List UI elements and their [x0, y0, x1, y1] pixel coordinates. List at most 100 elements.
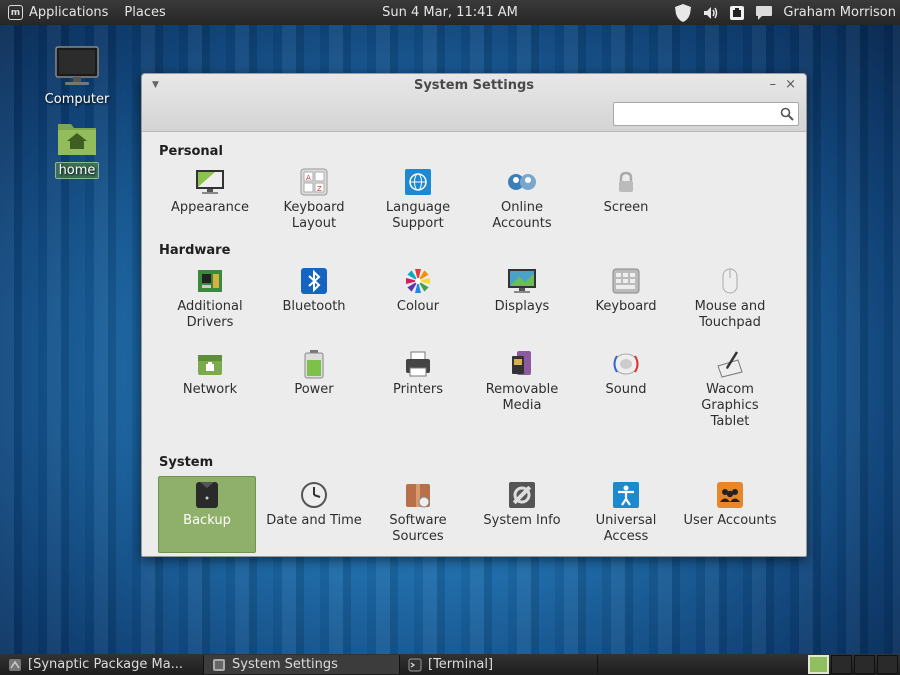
home-folder-icon	[58, 124, 96, 155]
task-label: [Synaptic Package Ma...	[28, 657, 184, 672]
item-mouse-and-touchpad[interactable]: Mouse and Touchpad	[678, 262, 782, 345]
applications-menu[interactable]: m Applications	[8, 5, 108, 20]
hardware-grid: Additional Drivers Bluetooth Colour Disp…	[158, 262, 788, 455]
lock-icon	[619, 171, 633, 192]
item-sound[interactable]: Sound	[574, 345, 678, 455]
synaptic-icon	[9, 658, 21, 671]
item-label: System Info	[483, 513, 561, 528]
item-wacom-graphics-tablet[interactable]: Wacom Graphics Tablet	[678, 345, 782, 455]
bluetooth-icon	[301, 268, 327, 294]
item-universal-access[interactable]: Universal Access	[574, 476, 678, 553]
task-terminal[interactable]: [Terminal]	[400, 655, 598, 674]
item-user-accounts[interactable]: User Accounts	[678, 476, 782, 553]
network-tray-icon[interactable]	[729, 5, 745, 21]
item-system-info[interactable]: System Info	[470, 476, 574, 553]
item-appearance[interactable]: Appearance	[158, 163, 262, 243]
colour-icon	[406, 269, 430, 293]
item-online-accounts[interactable]: Online Accounts	[470, 163, 574, 243]
item-label: Date and Time	[266, 513, 362, 528]
window-titlebar[interactable]: ▼ System Settings – ×	[142, 74, 806, 132]
item-colour[interactable]: Colour	[366, 262, 470, 345]
item-label: Keyboard	[595, 299, 657, 314]
keyboard-icon	[612, 268, 640, 294]
item-screen[interactable]: Screen	[574, 163, 678, 243]
tablet-icon	[717, 351, 743, 378]
item-network[interactable]: Network	[158, 345, 262, 455]
workspace-4[interactable]	[877, 655, 898, 674]
places-menu[interactable]: Places	[124, 5, 165, 20]
search-input[interactable]	[613, 102, 799, 126]
item-software-sources[interactable]: Software Sources	[366, 476, 470, 553]
keyboard-layout-icon: AZ	[300, 168, 328, 196]
settings-content: Personal Appearance AZ Keyboard Layout L…	[142, 132, 806, 553]
item-label: Screen	[603, 200, 649, 215]
item-label: Removable Media	[485, 382, 559, 413]
item-displays[interactable]: Displays	[470, 262, 574, 345]
item-label: Printers	[392, 382, 444, 397]
users-icon	[717, 482, 743, 508]
item-label: Backup	[183, 513, 231, 528]
item-additional-drivers[interactable]: Additional Drivers	[158, 262, 262, 345]
item-printers[interactable]: Printers	[366, 345, 470, 455]
item-date-and-time[interactable]: Date and Time	[262, 476, 366, 553]
task-synaptic[interactable]: [Synaptic Package Ma...	[0, 655, 204, 674]
section-title-system: System	[159, 455, 214, 470]
workspace-switcher	[808, 655, 898, 674]
online-accounts-icon	[508, 174, 536, 190]
task-label: System Settings	[232, 657, 338, 672]
svg-text:A: A	[306, 174, 311, 182]
item-label: Wacom Graphics Tablet	[701, 382, 759, 429]
item-keyboard[interactable]: Keyboard	[574, 262, 678, 345]
item-label: Displays	[494, 299, 550, 314]
package-icon	[406, 484, 430, 508]
minimize-icon[interactable]: –	[770, 77, 777, 92]
backup-icon	[196, 482, 218, 508]
section-title-hardware: Hardware	[159, 243, 231, 258]
item-removable-media[interactable]: Removable Media	[470, 345, 574, 455]
clock[interactable]: Sun 4 Mar, 11:41 AM	[382, 5, 518, 20]
desktop-icon-label: Computer	[44, 92, 110, 107]
user-name[interactable]: Graham Morrison	[783, 5, 896, 20]
chat-icon[interactable]	[755, 5, 773, 21]
search-icon[interactable]	[780, 107, 794, 121]
system-info-icon	[509, 482, 535, 508]
item-power[interactable]: Power	[262, 345, 366, 455]
settings-icon	[213, 658, 225, 671]
personal-grid: Appearance AZ Keyboard Layout Language S…	[158, 163, 788, 243]
item-label: Appearance	[170, 200, 250, 215]
task-system-settings[interactable]: System Settings	[204, 655, 400, 674]
item-label: Mouse and Touchpad	[694, 299, 766, 330]
additional-drivers-icon	[198, 270, 222, 292]
language-support-icon	[405, 169, 431, 195]
item-label: Colour	[396, 299, 440, 314]
item-label: Online Accounts	[492, 200, 552, 231]
desktop-icon-home[interactable]: home	[37, 118, 117, 179]
workspace-2[interactable]	[831, 655, 852, 674]
desktop-icon-computer[interactable]: Computer	[37, 44, 117, 107]
appearance-icon	[196, 170, 224, 194]
sound-icon	[613, 353, 639, 375]
top-panel: m Applications Places Sun 4 Mar, 11:41 A…	[0, 0, 900, 25]
printer-icon	[406, 351, 430, 377]
close-icon[interactable]: ×	[785, 77, 796, 92]
mint-logo-icon: m	[8, 5, 23, 20]
item-language-support[interactable]: Language Support	[366, 163, 470, 243]
item-bluetooth[interactable]: Bluetooth	[262, 262, 366, 345]
terminal-icon	[408, 658, 422, 671]
item-label: Power	[294, 382, 334, 397]
workspace-1[interactable]	[808, 655, 829, 674]
workspace-3[interactable]	[854, 655, 875, 674]
network-icon	[198, 355, 222, 375]
mouse-icon	[722, 268, 738, 294]
item-backup[interactable]: Backup	[158, 476, 256, 553]
volume-icon[interactable]	[703, 6, 719, 20]
task-label: [Terminal]	[428, 657, 494, 672]
window-title: System Settings	[413, 78, 535, 93]
removable-media-icon	[512, 351, 531, 375]
section-title-personal: Personal	[159, 144, 223, 159]
shield-icon[interactable]	[673, 3, 693, 23]
system-settings-window: ▼ System Settings – × Personal Appearanc…	[141, 73, 807, 557]
item-keyboard-layout[interactable]: AZ Keyboard Layout	[262, 163, 366, 243]
item-label: Additional Drivers	[177, 299, 243, 330]
clock-icon	[301, 482, 327, 508]
